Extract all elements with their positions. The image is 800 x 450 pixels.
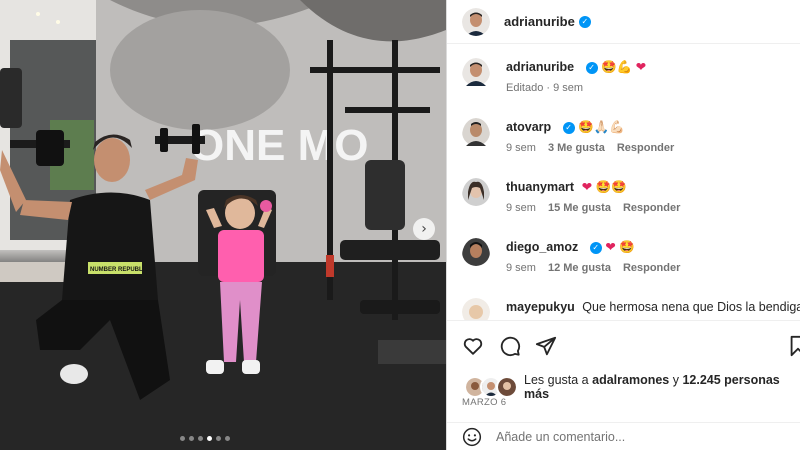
post-actions bbox=[447, 320, 800, 370]
reply-button[interactable]: Responder bbox=[623, 202, 680, 214]
post-side-panel: adrianuribe ✓ adrianuribe ✓ 🤩💪 ❤ Editado… bbox=[446, 0, 800, 450]
post-date[interactable]: MARZO 6 bbox=[462, 397, 506, 408]
chevron-right-icon: › bbox=[421, 221, 427, 237]
comment-username[interactable]: adrianuribe bbox=[506, 60, 574, 74]
heart-outline-icon[interactable] bbox=[462, 335, 484, 357]
caption-text: 🤩💪 bbox=[601, 59, 633, 74]
comment-likes[interactable]: 3 Me gusta bbox=[548, 142, 605, 154]
caption: adrianuribe ✓ 🤩💪 ❤ Editado · 9 sem bbox=[462, 58, 800, 94]
comment-username[interactable]: mayepukyu bbox=[506, 300, 575, 314]
avatar[interactable] bbox=[462, 298, 490, 320]
carousel-dot bbox=[225, 436, 230, 441]
shirt-text: NUMBER REPUBLIC bbox=[90, 267, 149, 273]
caption-time: 9 sem bbox=[553, 82, 584, 94]
carousel-dot bbox=[198, 436, 203, 441]
comments-list: adrianuribe ✓ 🤩💪 ❤ Editado · 9 sem atova… bbox=[447, 44, 800, 320]
comment-item: thuanymart ❤ 🤩🤩 9 sem 15 Me gusta Respon… bbox=[462, 178, 800, 214]
comment-item: atovarp ✓ 🤩🙏🏻💪🏻 9 sem 3 Me gusta Respond… bbox=[462, 118, 800, 154]
heart-emoji-icon: ❤ bbox=[605, 239, 616, 254]
avatar bbox=[496, 376, 518, 398]
separator: · bbox=[546, 82, 551, 94]
carousel-dot bbox=[180, 436, 185, 441]
comment-text: 🤩🤩 bbox=[595, 179, 627, 194]
send-icon[interactable] bbox=[535, 335, 557, 357]
comment-item: diego_amoz ✓ ❤ 🤩 9 sem 12 Me gusta Respo… bbox=[462, 238, 800, 274]
reply-button[interactable]: Responder bbox=[623, 262, 680, 274]
carousel-dot bbox=[189, 436, 194, 441]
comment-time: 9 sem bbox=[506, 202, 536, 214]
verified-badge-icon: ✓ bbox=[562, 121, 575, 134]
avatar[interactable] bbox=[462, 118, 490, 154]
mural-text: ONE MO bbox=[190, 121, 368, 170]
carousel-dot bbox=[216, 436, 221, 441]
comment-likes[interactable]: 12 Me gusta bbox=[548, 262, 611, 274]
liker-username[interactable]: adalramones bbox=[592, 373, 669, 387]
instagram-post-view: ONE MO NUMBER REPUBLIC › adrianuribe ✓ a… bbox=[0, 0, 800, 450]
verified-badge-icon: ✓ bbox=[589, 241, 602, 254]
avatar[interactable] bbox=[462, 7, 490, 36]
avatar[interactable] bbox=[462, 58, 490, 94]
post-author-username[interactable]: adrianuribe bbox=[504, 14, 575, 29]
likes-text: Les gusta a adalramones y 12.245 persona… bbox=[524, 373, 800, 401]
comment-username[interactable]: thuanymart bbox=[506, 180, 574, 194]
comment-username[interactable]: diego_amoz bbox=[506, 240, 578, 254]
post-photo[interactable]: ONE MO NUMBER REPUBLIC › bbox=[0, 0, 446, 450]
comment-text: 🤩🙏🏻💪🏻 bbox=[578, 119, 625, 134]
likes-prefix: Les gusta a bbox=[524, 373, 589, 387]
smiley-icon[interactable] bbox=[462, 427, 482, 447]
comment-time: 9 sem bbox=[506, 142, 536, 154]
verified-badge-icon: ✓ bbox=[585, 61, 598, 74]
reply-button[interactable]: Responder bbox=[617, 142, 674, 154]
verified-badge-icon: ✓ bbox=[578, 15, 591, 28]
comment-text: 🤩 bbox=[619, 239, 635, 254]
post-header: adrianuribe ✓ bbox=[447, 0, 800, 44]
comment-input[interactable] bbox=[496, 429, 756, 444]
add-comment-bar bbox=[447, 422, 800, 450]
avatar[interactable] bbox=[462, 178, 490, 214]
avatar[interactable] bbox=[462, 238, 490, 274]
comment-text: Que hermosa nena que Dios la bendiga bbox=[582, 300, 800, 314]
comment-username[interactable]: atovarp bbox=[506, 120, 551, 134]
gym-scene-illustration: ONE MO NUMBER REPUBLIC bbox=[0, 0, 446, 450]
heart-emoji-icon: ❤ bbox=[581, 179, 593, 194]
likes-summary: Les gusta a adalramones y 12.245 persona… bbox=[464, 373, 800, 401]
carousel-next-button[interactable]: › bbox=[413, 218, 435, 240]
bookmark-icon[interactable] bbox=[787, 335, 800, 357]
carousel-indicator bbox=[180, 436, 230, 441]
likes-connector: y bbox=[672, 373, 679, 387]
comment-likes[interactable]: 15 Me gusta bbox=[548, 202, 611, 214]
comment-time: 9 sem bbox=[506, 262, 536, 274]
comment-item: mayepukyu Que hermosa nena que Dios la b… bbox=[462, 298, 800, 320]
carousel-dot bbox=[207, 436, 212, 441]
edited-label: Editado bbox=[506, 82, 544, 94]
heart-emoji-icon: ❤ bbox=[635, 59, 647, 74]
liker-avatars bbox=[464, 376, 518, 398]
comment-icon[interactable] bbox=[499, 335, 521, 357]
